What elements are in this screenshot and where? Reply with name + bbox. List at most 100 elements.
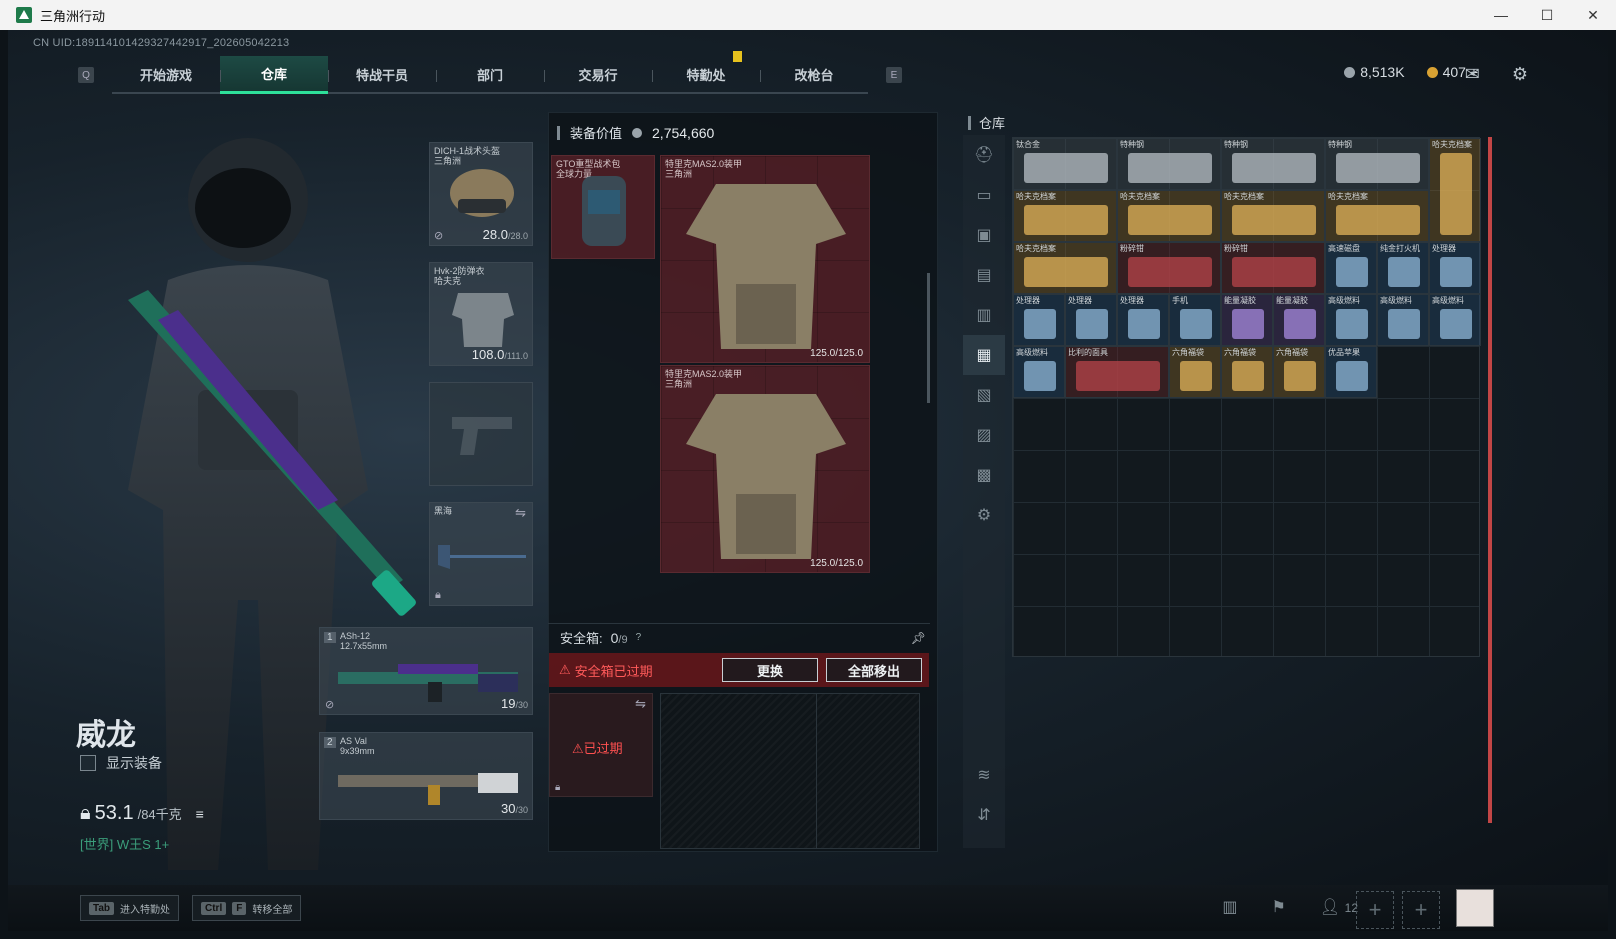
warehouse-item-icon [1440, 257, 1472, 287]
tab-start-game[interactable]: 开始游戏 [112, 56, 220, 94]
warehouse-item[interactable]: 六角福袋 [1273, 346, 1325, 398]
warehouse-item-label: 处理器 [1016, 296, 1040, 305]
game-viewport: CN UID:189114101429327442917_20260504221… [8, 30, 1608, 931]
warehouse-item[interactable]: 哈夫克档案 [1325, 190, 1429, 242]
warehouse-item-icon [1388, 309, 1420, 339]
warehouse-item[interactable]: 处理器 [1429, 242, 1481, 294]
tab-gunsmith[interactable]: 改枪台 [760, 56, 868, 94]
warehouse-item[interactable]: 哈夫克档案 [1429, 138, 1481, 242]
warehouse-item[interactable]: 高级燃料 [1429, 294, 1481, 346]
chest-rig-slot-b[interactable]: 特里克MAS2.0装甲 三角洲 125.0/125.0 [660, 365, 870, 573]
backpack-slot[interactable]: GTO重型战术包 全球力量 [551, 155, 655, 259]
warehouse-item[interactable]: 比利的面具 [1065, 346, 1169, 398]
swap-icon[interactable]: ⇋ [515, 505, 526, 521]
warehouse-item[interactable]: 手机 [1169, 294, 1221, 346]
warehouse-item-icon [1128, 257, 1212, 287]
warehouse-item[interactable]: 高级燃料 [1325, 294, 1377, 346]
enter-special-ops-shortcut[interactable]: Tab 进入特勤处 [80, 895, 180, 921]
help-icon[interactable]: ? [636, 632, 642, 643]
warehouse-item[interactable]: 六角福袋 [1169, 346, 1221, 398]
safebox-grid[interactable] [660, 693, 920, 849]
close-button[interactable]: ✕ [1570, 0, 1616, 30]
helmet-slot[interactable]: DICH-1战术头盔 三角洲 ⊘ 28.0/28.0 [429, 142, 533, 246]
avatar[interactable] [1456, 889, 1494, 927]
sidebar-item-weapons[interactable]: ▭ [963, 175, 1005, 215]
warehouse-item[interactable]: 能量凝胶 [1221, 294, 1273, 346]
remove-all-button[interactable]: 全部移出 [826, 658, 922, 682]
chest-rig-slot-a[interactable]: 特里克MAS2.0装甲 三角洲 125.0/125.0 [660, 155, 870, 363]
melee-slot[interactable]: 黑海 ⇋ 🔒︎ [429, 502, 533, 606]
mail-icon[interactable]: ✉ [1465, 64, 1480, 85]
warehouse-item[interactable]: 哈夫克档案 [1013, 242, 1117, 294]
warehouse-item[interactable]: 六角福袋 [1221, 346, 1273, 398]
settings-gear-icon[interactable]: ⚙ [1512, 64, 1528, 85]
invite-slot-1[interactable]: + [1356, 891, 1394, 929]
nav-prev-key[interactable]: Q [78, 67, 94, 83]
warehouse-item-label: 六角福袋 [1224, 348, 1256, 357]
warehouse-item[interactable]: 粉碎钳 [1221, 242, 1325, 294]
warehouse-item[interactable]: 特种钢 [1117, 138, 1221, 190]
warehouse-item[interactable]: 哈夫克档案 [1221, 190, 1325, 242]
sidebar-item-collectibles[interactable]: ▦ [963, 335, 1005, 375]
warehouse-item[interactable]: 钛合金 [1013, 138, 1117, 190]
armor-image [452, 293, 514, 347]
sidebar-item-keys[interactable]: ▨ [963, 415, 1005, 455]
maximize-button[interactable]: ☐ [1524, 0, 1570, 30]
warehouse-item[interactable]: 优品苹果 [1325, 346, 1377, 398]
sidebar-item-medical[interactable]: ▧ [963, 375, 1005, 415]
warehouse-scrollbar[interactable] [1488, 137, 1492, 823]
tab-trading[interactable]: 交易行 [544, 56, 652, 94]
nav-next-key[interactable]: E [886, 67, 902, 83]
primary-weapon-slot[interactable]: ASh-12 12.7x55mm 1 ⊘ 19/30 [319, 627, 533, 715]
slot-unequip-icon[interactable]: ⊘ [434, 229, 443, 242]
warehouse-item[interactable]: 高级燃料 [1013, 346, 1065, 398]
minimize-button[interactable]: — [1478, 0, 1524, 30]
warehouse-item[interactable]: 处理器 [1013, 294, 1065, 346]
slot-unequip-icon[interactable]: ⊘ [325, 698, 334, 711]
pistol-slot-empty[interactable] [429, 382, 533, 486]
sidebar-item-ammo[interactable]: ▤ [963, 255, 1005, 295]
warehouse-item[interactable]: 高速磁盘 [1325, 242, 1377, 294]
warehouse-item[interactable]: 高级燃料 [1377, 294, 1429, 346]
warehouse-item[interactable]: 纯金打火机 [1377, 242, 1429, 294]
replace-button[interactable]: 更换 [722, 658, 818, 682]
sidebar-item-misc[interactable]: ▩ [963, 455, 1005, 495]
silver-currency[interactable]: 8,513K [1344, 64, 1405, 80]
stats-icon[interactable]: ▥ [1222, 897, 1237, 917]
warehouse-item[interactable]: 能量凝胶 [1273, 294, 1325, 346]
sidebar-item-settings[interactable]: ⚙ [963, 495, 1005, 535]
backpack-image [582, 176, 626, 246]
as-val-rifle-image [338, 773, 518, 805]
show-gear-toggle[interactable]: 显示装备 [80, 753, 162, 773]
warehouse-grid[interactable]: 钛合金 特种钢 特种钢 特种钢 哈夫克档案 哈夫克档案 哈夫克档案 哈夫克档案 哈夫克档案 哈夫克… [1012, 137, 1481, 657]
chat-channel[interactable]: [世界] W王S 1+ [80, 834, 169, 853]
warehouse-item[interactable]: 特种钢 [1325, 138, 1429, 190]
tab-department[interactable]: 部门 [436, 56, 544, 94]
warehouse-item[interactable]: 哈夫克档案 [1013, 190, 1117, 242]
weight-list-icon[interactable]: ≡ [196, 806, 204, 822]
warehouse-item[interactable]: 哈夫克档案 [1117, 190, 1221, 242]
secondary-weapon-slot[interactable]: AS Val 9x39mm 2 30/30 [319, 732, 533, 820]
invite-slot-2[interactable]: + [1402, 891, 1440, 929]
tab-special-ops[interactable]: 特勤处 [652, 56, 760, 94]
pin-icon[interactable]: 📌︎ [911, 631, 926, 645]
armor-slot[interactable]: Hvk-2防弹衣 哈夫克 108.0/111.0 [429, 262, 533, 366]
loadout-scrollbar[interactable] [927, 273, 930, 403]
swap-icon[interactable]: ⇋ [635, 696, 646, 712]
safebox-case[interactable]: ⇋ ⚠已过期 🔒︎ [549, 693, 653, 797]
show-gear-checkbox[interactable] [80, 755, 96, 771]
team-icon[interactable]: 👤︎ 12 [1320, 897, 1358, 917]
transfer-all-shortcut[interactable]: Ctrl F 转移全部 [192, 895, 302, 921]
sort-icon[interactable]: ⇵ [963, 795, 1005, 835]
flag-icon[interactable]: ⚑ [1272, 897, 1286, 917]
warehouse-item[interactable]: 特种钢 [1221, 138, 1325, 190]
sidebar-item-attachments[interactable]: ▣ [963, 215, 1005, 255]
sidebar-item-armor[interactable]: ▥ [963, 295, 1005, 335]
tab-operators[interactable]: 特战干员 [328, 56, 436, 94]
sidebar-item-helmet[interactable]: ⛑ [963, 135, 1005, 175]
warehouse-item[interactable]: 处理器 [1117, 294, 1169, 346]
warehouse-item[interactable]: 处理器 [1065, 294, 1117, 346]
layers-icon[interactable]: ≋ [963, 755, 1005, 795]
tab-warehouse[interactable]: 仓库 [220, 56, 328, 94]
warehouse-item[interactable]: 粉碎钳 [1117, 242, 1221, 294]
